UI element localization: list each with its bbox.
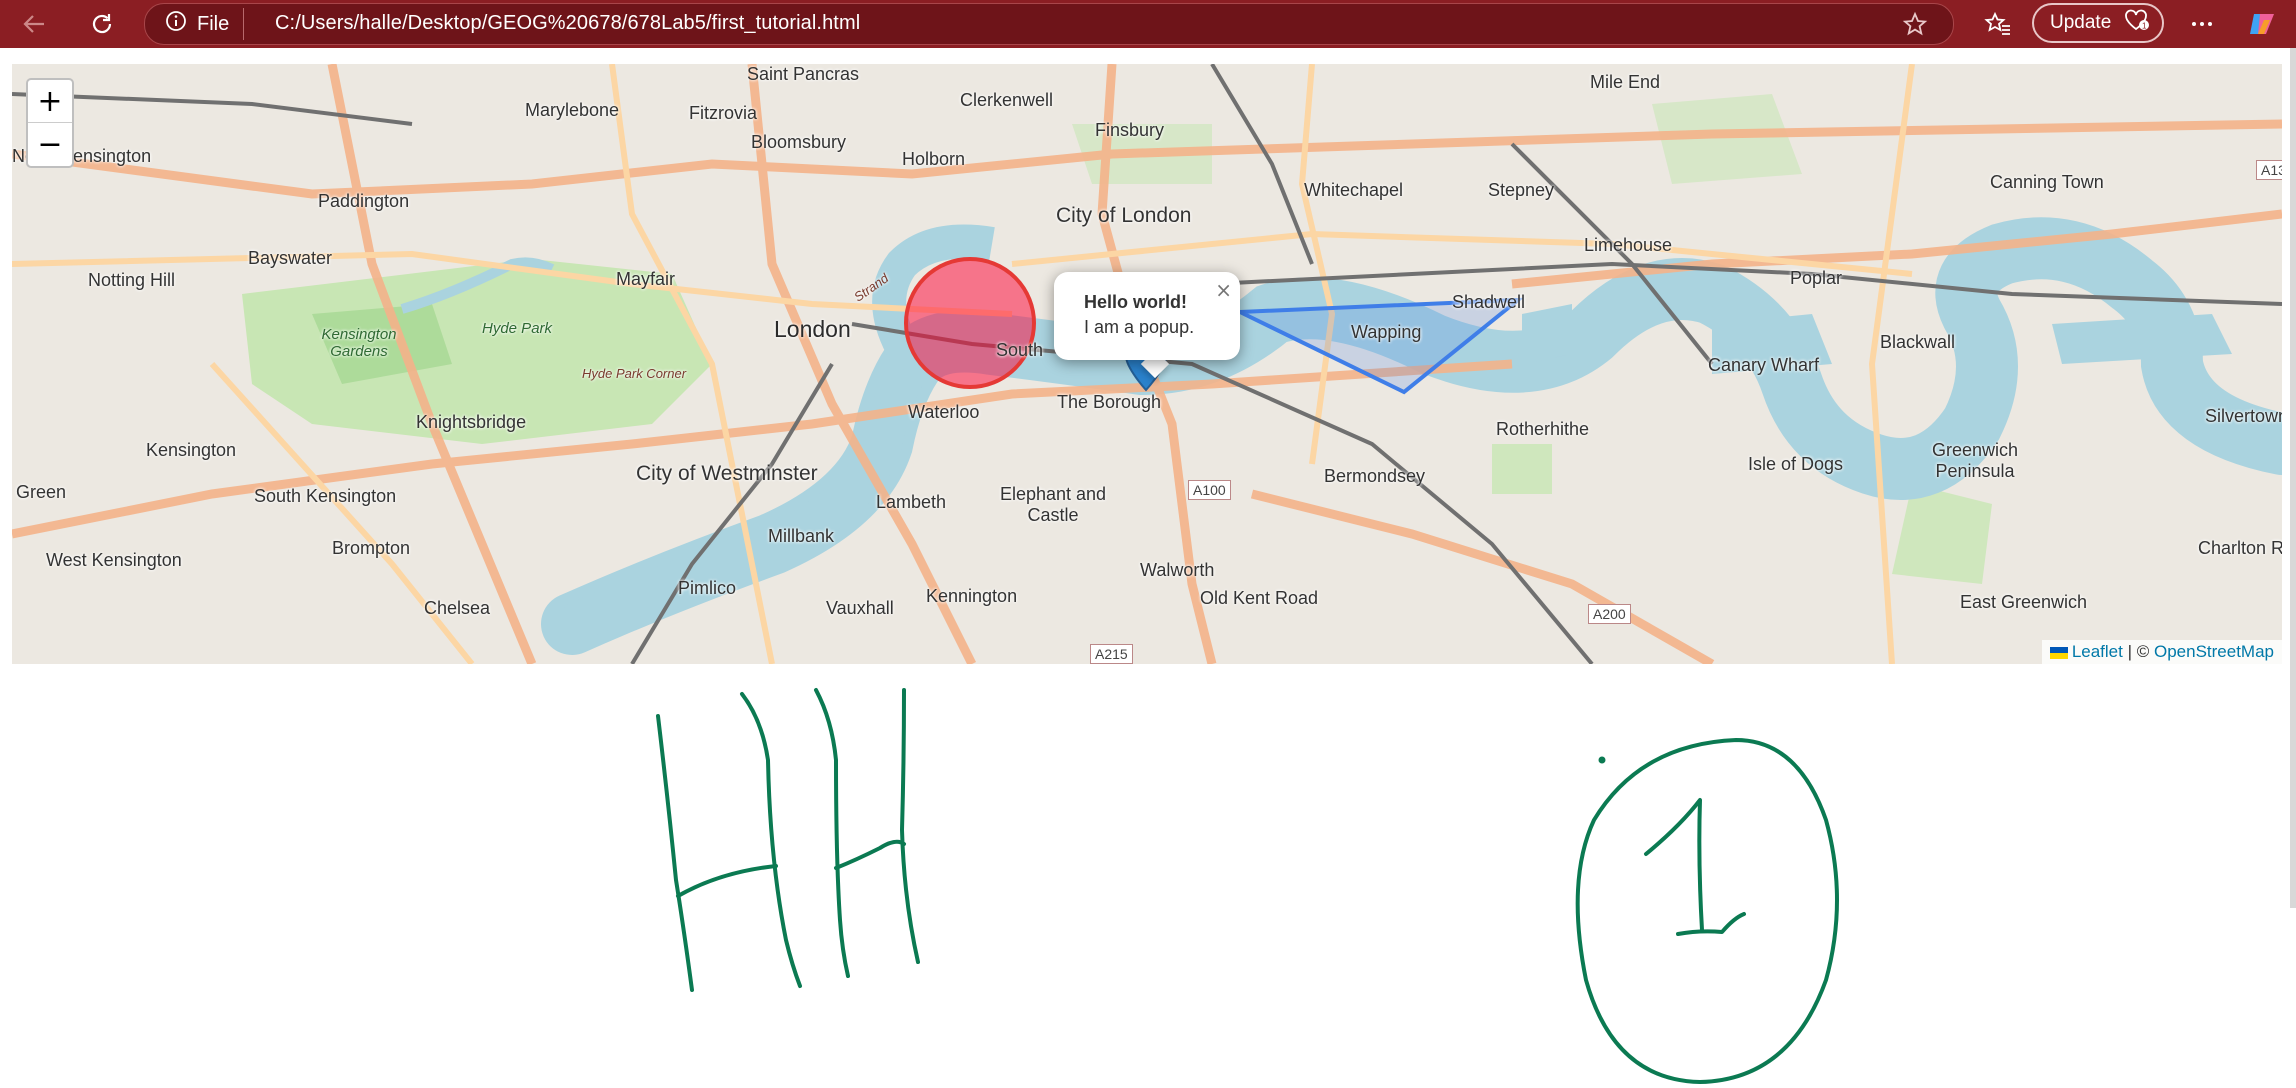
page-content: Saint Pancras Clerkenwell Mile End Maryl… [0,48,2296,1088]
copilot-icon[interactable] [2244,6,2280,42]
address-bar[interactable]: File C:/Users/halle/Desktop/GEOG%20678/6… [144,3,1954,45]
heart-badge-icon: 1 [2123,7,2151,39]
update-label: Update [2050,12,2112,33]
url-text[interactable]: C:/Users/halle/Desktop/GEOG%20678/678Lab… [275,12,860,35]
browser-toolbar: File C:/Users/halle/Desktop/GEOG%20678/6… [0,0,2296,48]
favorite-star-icon[interactable] [1897,6,1933,42]
site-info-button[interactable]: File [155,8,245,40]
favorites-icon[interactable] [1980,6,2016,42]
file-label: File [197,12,230,35]
handwriting-drawing [656,688,1839,1084]
back-icon[interactable] [16,6,52,42]
info-icon [165,10,187,38]
svg-text:1: 1 [2142,22,2147,31]
refresh-icon[interactable] [84,6,120,42]
update-button[interactable]: Update 1 [2032,3,2164,43]
more-options-icon[interactable] [2184,6,2220,42]
